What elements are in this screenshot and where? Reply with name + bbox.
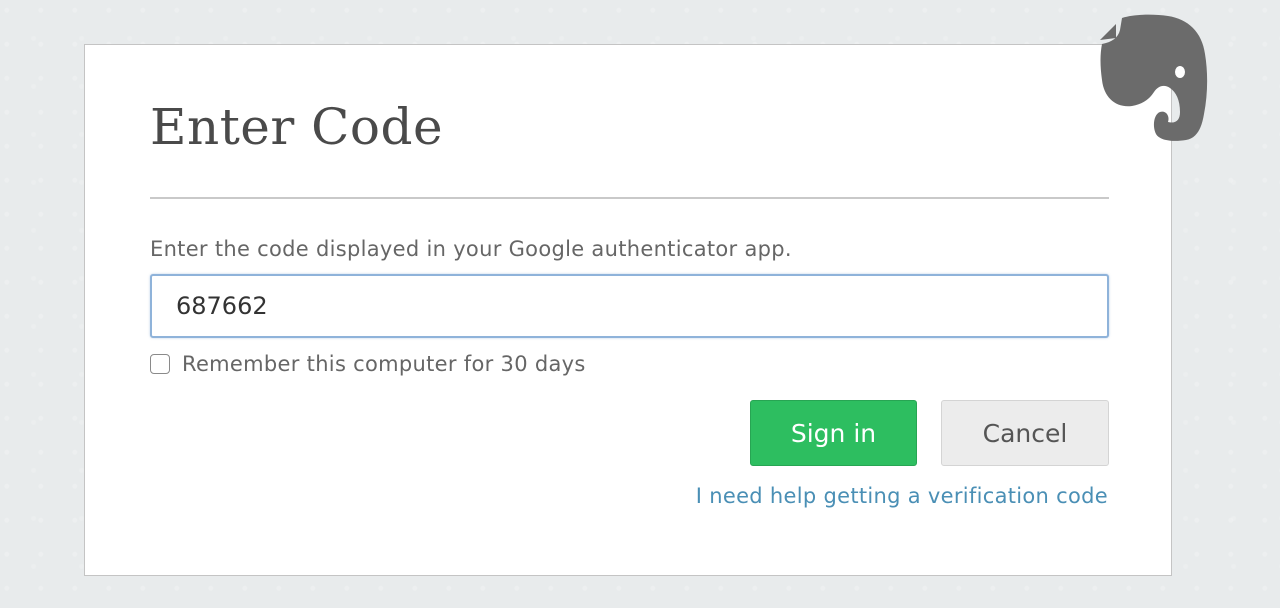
dialog-title: Enter Code [150,98,444,156]
remember-computer-label[interactable]: Remember this computer for 30 days [182,350,586,378]
remember-computer-checkbox[interactable] [150,354,170,374]
enter-code-dialog: Enter Code Enter the code displayed in y… [84,44,1172,576]
verification-code-input[interactable] [150,274,1109,338]
instruction-text: Enter the code displayed in your Google … [150,237,792,261]
verification-help-link[interactable]: I need help getting a verification code [696,482,1108,510]
title-divider [150,197,1109,199]
sign-in-button[interactable]: Sign in [750,400,917,466]
remember-computer-option[interactable]: Remember this computer for 30 days [150,349,586,379]
cancel-button[interactable]: Cancel [941,400,1109,466]
evernote-elephant-icon [1100,14,1208,141]
